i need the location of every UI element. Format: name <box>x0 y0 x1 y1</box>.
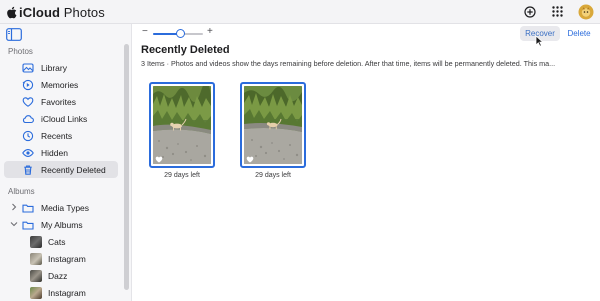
memories-icon <box>22 79 34 91</box>
photo-thumbnail <box>244 86 302 164</box>
app-title: iCloud Photos <box>19 4 105 20</box>
cloud-link-icon <box>22 113 34 125</box>
sidebar-item-icloud-links[interactable]: iCloud Links <box>4 110 118 127</box>
sidebar-item-hidden[interactable]: Hidden <box>4 144 118 161</box>
apple-logo-icon <box>7 6 17 18</box>
photo-tile[interactable] <box>240 82 306 168</box>
section-albums-heading: Albums <box>8 187 35 196</box>
avatar[interactable] <box>577 3 594 20</box>
sidebar: Photos Library Memories Favorites iCloud… <box>0 24 132 301</box>
sidebar-item-label: Cats <box>48 236 66 247</box>
photo-days-left: 29 days left <box>255 172 291 179</box>
sidebar-item-label: Media Types <box>41 202 90 213</box>
sidebar-item-label: Recents <box>41 130 73 141</box>
sidebar-item-label: Library <box>41 62 67 73</box>
sidebar-item-label: Hidden <box>41 147 68 158</box>
folder-icon <box>22 219 34 231</box>
sidebar-toggle-icon[interactable] <box>6 28 22 41</box>
sidebar-group-media-types[interactable]: Media Types <box>4 199 118 216</box>
eye-icon <box>22 147 34 159</box>
zoom-out-button[interactable]: − <box>142 26 148 37</box>
sidebar-album-instagram-2[interactable]: Instagram <box>4 284 118 301</box>
sidebar-item-label: Recently Deleted <box>41 164 106 175</box>
page-subtitle: 3 Items · Photos and videos show the day… <box>141 59 556 68</box>
sidebar-item-label: Dazz <box>48 270 68 281</box>
sidebar-album-instagram[interactable]: Instagram <box>4 250 118 267</box>
main-content: − + Recover Delete Recently Deleted 3 It… <box>133 24 600 301</box>
app-grid-icon[interactable] <box>549 3 566 20</box>
sidebar-album-cats[interactable]: Cats <box>4 233 118 250</box>
clock-icon <box>22 130 34 142</box>
zoom-slider[interactable]: − + <box>141 26 213 40</box>
page-title: Recently Deleted <box>141 44 230 56</box>
sidebar-item-label: Instagram <box>48 253 86 264</box>
favorite-heart-icon[interactable] <box>246 156 254 163</box>
top-bar: iCloud Photos <box>0 0 600 24</box>
photo-thumbnail <box>153 86 211 164</box>
sidebar-item-library[interactable]: Library <box>4 59 118 76</box>
sidebar-item-label: Instagram <box>48 287 86 298</box>
sidebar-item-label: Favorites <box>41 96 76 107</box>
album-thumbnail <box>30 252 42 265</box>
sidebar-album-dazz[interactable]: Dazz <box>4 267 118 284</box>
zoom-in-button[interactable]: + <box>207 26 213 37</box>
sidebar-item-memories[interactable]: Memories <box>4 76 118 93</box>
add-icon[interactable] <box>521 3 538 20</box>
sidebar-item-favorites[interactable]: Favorites <box>4 93 118 110</box>
folder-icon <box>22 202 34 214</box>
zoom-handle[interactable] <box>176 29 185 38</box>
sidebar-group-my-albums[interactable]: My Albums <box>4 216 118 233</box>
sidebar-item-label: Memories <box>41 79 79 90</box>
album-thumbnail <box>30 286 42 299</box>
mouse-cursor-icon <box>535 35 544 47</box>
library-icon <box>22 62 34 74</box>
sidebar-item-label: My Albums <box>41 219 83 230</box>
trash-icon <box>22 164 34 176</box>
album-thumbnail <box>30 269 42 282</box>
favorite-heart-icon[interactable] <box>155 156 163 163</box>
section-photos-heading: Photos <box>8 47 33 56</box>
sidebar-scrollbar[interactable] <box>124 44 129 290</box>
photo-days-left: 29 days left <box>164 172 200 179</box>
album-thumbnail <box>30 235 42 248</box>
heart-icon <box>22 96 34 108</box>
chevron-down-icon[interactable] <box>10 220 18 228</box>
photo-tile[interactable] <box>149 82 215 168</box>
sidebar-item-label: iCloud Links <box>41 113 88 124</box>
chevron-right-icon[interactable] <box>10 203 18 211</box>
brand[interactable]: iCloud Photos <box>6 3 105 21</box>
sidebar-item-recently-deleted[interactable]: Recently Deleted <box>4 161 118 178</box>
delete-button[interactable]: Delete <box>564 26 594 41</box>
sidebar-item-recents[interactable]: Recents <box>4 127 118 144</box>
